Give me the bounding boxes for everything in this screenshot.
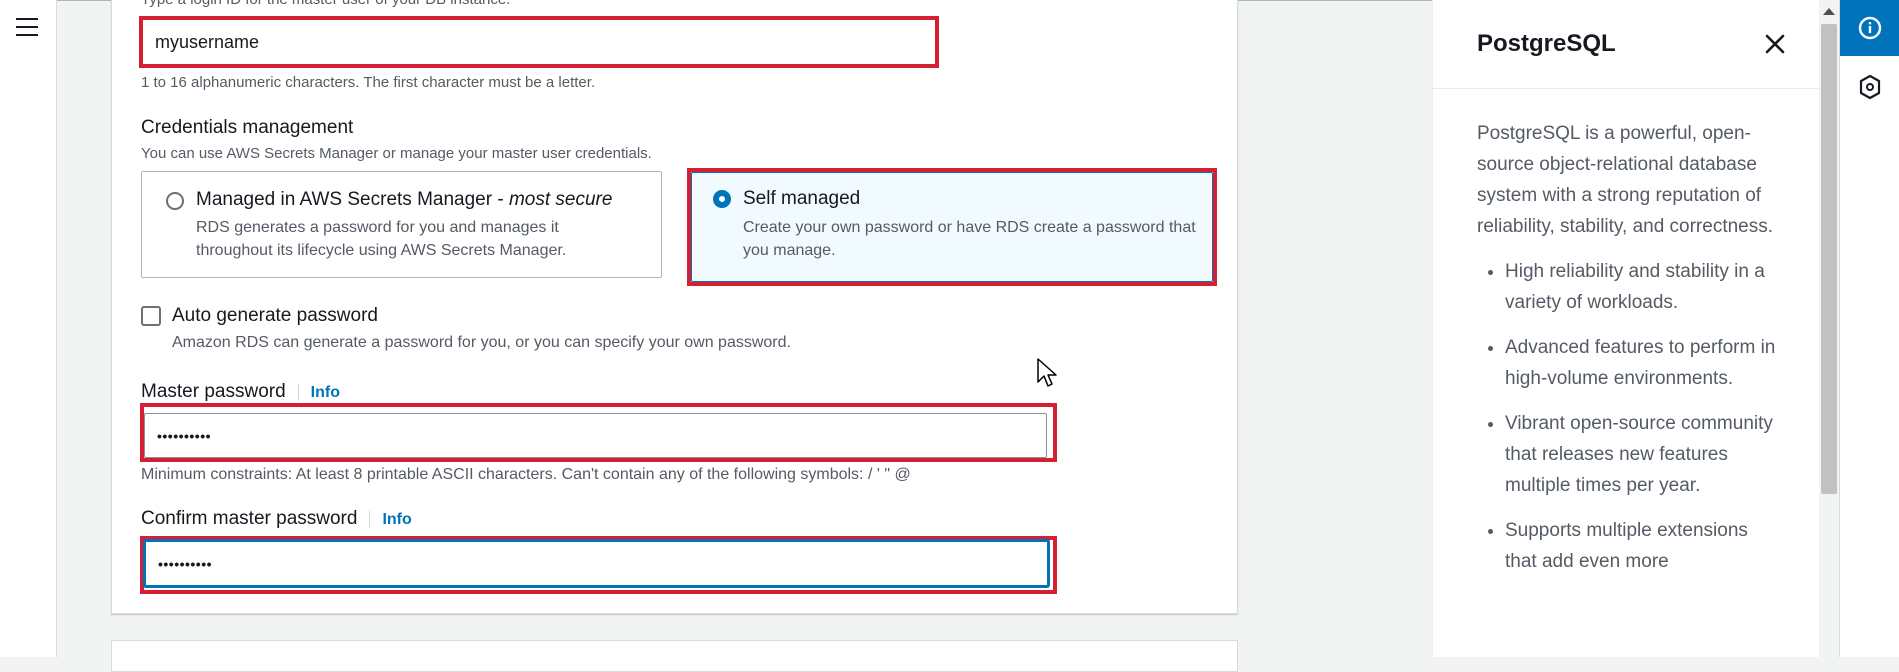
option-managed-title: Managed in AWS Secrets Manager - most se… <box>196 189 613 210</box>
help-bullet: Vibrant open-source community that relea… <box>1505 408 1777 501</box>
confirm-password-value: •••••••••• <box>158 555 213 572</box>
auto-generate-label: Auto generate password <box>172 305 378 326</box>
close-icon[interactable] <box>1763 32 1787 56</box>
master-password-info-link[interactable]: Info <box>297 384 340 401</box>
help-intro: PostgreSQL is a powerful, open-source ob… <box>1477 123 1774 237</box>
radio-managed-secrets-manager[interactable] <box>166 192 184 210</box>
help-bullet-list: High reliability and stability in a vari… <box>1477 256 1777 577</box>
radio-self-managed[interactable] <box>713 190 731 208</box>
help-panel-header: PostgreSQL <box>1433 0 1820 89</box>
master-username-description: Type a login ID for the master user of y… <box>141 0 510 8</box>
help-panel: PostgreSQL PostgreSQL is a powerful, ope… <box>1432 0 1820 657</box>
confirm-password-label: Confirm master password Info <box>141 508 412 529</box>
master-password-value: •••••••••• <box>157 427 212 444</box>
help-bullet: Supports multiple extensions that add ev… <box>1505 515 1777 577</box>
auto-generate-checkbox[interactable] <box>141 306 161 326</box>
option-managed-description: RDS generates a password for you and man… <box>196 219 567 259</box>
confirm-password-info-link[interactable]: Info <box>369 511 412 528</box>
master-password-input[interactable]: •••••••••• <box>144 413 1047 458</box>
left-nav-rail <box>0 0 57 657</box>
help-bullet: High reliability and stability in a vari… <box>1505 256 1777 318</box>
scroll-up-arrow-icon[interactable] <box>1823 8 1835 15</box>
option-managed-secrets-manager[interactable]: Managed in AWS Secrets Manager - most se… <box>141 171 662 278</box>
confirm-password-input[interactable]: •••••••••• <box>144 540 1049 587</box>
resources-hex-icon[interactable] <box>1858 74 1882 100</box>
master-username-value: myusername <box>155 31 260 52</box>
master-password-label: Master password Info <box>141 381 340 402</box>
info-panel-toggle[interactable] <box>1840 0 1899 56</box>
master-password-constraint: Minimum constraints: At least 8 printabl… <box>141 466 911 483</box>
tools-rail <box>1839 0 1899 657</box>
settings-card: Type a login ID for the master user of y… <box>111 0 1238 614</box>
master-username-input[interactable]: myusername <box>143 20 935 64</box>
option-self-managed-description: Create your own password or have RDS cre… <box>743 219 1196 259</box>
auto-generate-description: Amazon RDS can generate a password for y… <box>172 334 791 351</box>
option-self-managed[interactable]: Self managed Create your own password or… <box>691 172 1213 282</box>
mouse-cursor-icon <box>1037 358 1057 387</box>
credentials-management-description: You can use AWS Secrets Manager or manag… <box>141 145 652 162</box>
info-icon <box>1858 16 1882 40</box>
credentials-management-label: Credentials management <box>141 117 354 138</box>
next-section-card <box>111 640 1238 672</box>
option-self-managed-title: Self managed <box>743 188 861 209</box>
help-scrollbar-thumb[interactable] <box>1821 24 1837 494</box>
help-bullet: Advanced features to perform in high-vol… <box>1505 332 1777 394</box>
hamburger-menu-icon[interactable] <box>16 18 38 38</box>
master-username-constraint: 1 to 16 alphanumeric characters. The fir… <box>141 74 596 91</box>
help-panel-body: PostgreSQL is a powerful, open-source ob… <box>1477 118 1777 591</box>
help-panel-title: PostgreSQL <box>1477 30 1616 57</box>
